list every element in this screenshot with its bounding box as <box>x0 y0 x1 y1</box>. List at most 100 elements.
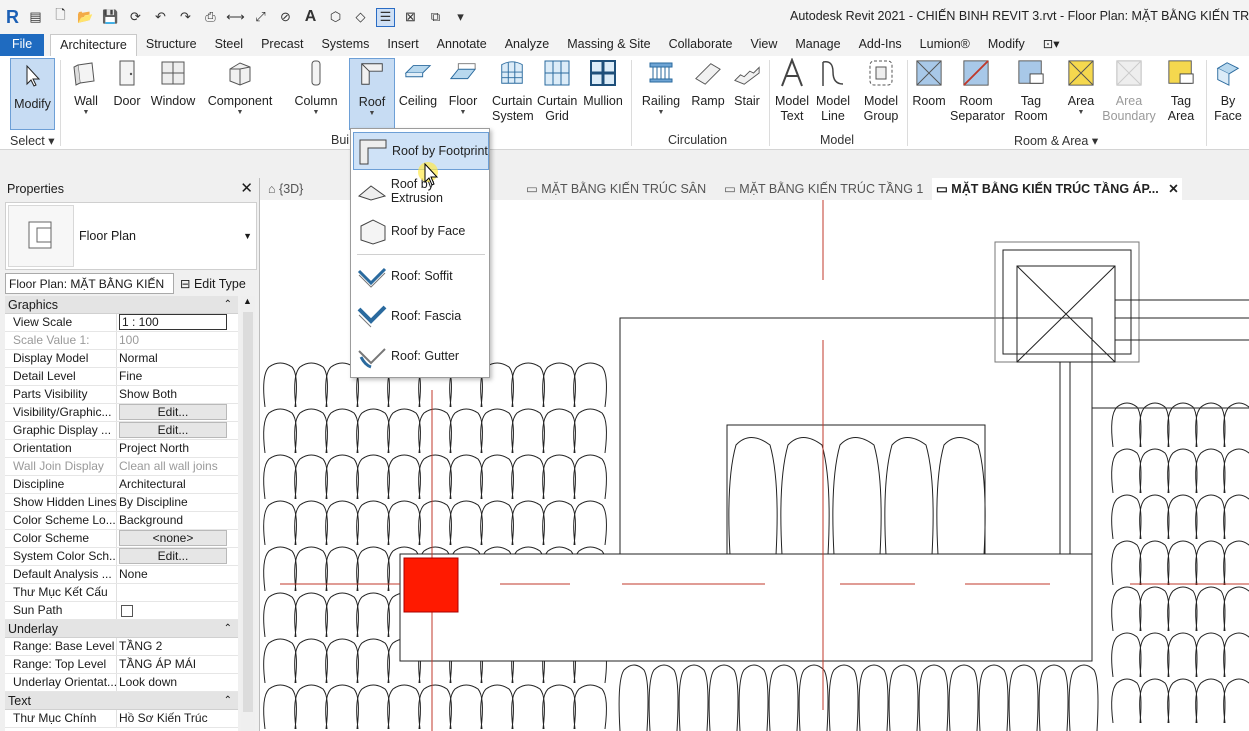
property-value[interactable]: 100 <box>117 332 238 349</box>
tab-modify[interactable]: Modify <box>979 34 1034 56</box>
property-value[interactable]: Hồ Sơ Kiến Trúc <box>117 710 238 727</box>
tab-systems[interactable]: Systems <box>312 34 378 56</box>
tab-architecture[interactable]: Architecture <box>50 34 137 56</box>
property-value[interactable]: Clean all wall joins <box>117 458 238 475</box>
tab-precast[interactable]: Precast <box>252 34 312 56</box>
text-icon[interactable]: A <box>301 8 320 27</box>
edit-type-button[interactable]: ⊟ Edit Type <box>180 276 246 291</box>
model-text-button[interactable]: Model Text <box>773 58 811 124</box>
door-button[interactable]: Door <box>112 58 142 109</box>
modify-button[interactable]: Modify <box>10 58 55 130</box>
property-value[interactable]: None <box>117 566 238 583</box>
area-button[interactable]: Area ▼ <box>1063 58 1099 117</box>
room-separator-button[interactable]: Room Separator <box>950 58 1005 124</box>
roof-button[interactable]: Roof ▼ <box>349 58 395 130</box>
property-value[interactable]: Background <box>117 512 238 529</box>
property-value[interactable]: Normal <box>117 350 238 367</box>
measure-icon[interactable]: ⟷ <box>226 8 245 27</box>
property-value[interactable] <box>117 584 238 601</box>
ribbon-minimize-icon[interactable]: ⊡▾ <box>1034 34 1069 56</box>
section-graphics[interactable]: Graphics ⌃ <box>5 296 238 314</box>
print-icon[interactable]: ⎙ <box>201 8 220 27</box>
model-group-button[interactable]: Model Group <box>858 58 904 124</box>
scrollbar-thumb[interactable] <box>243 312 253 712</box>
column-button[interactable]: Column ▼ <box>292 58 340 117</box>
view-scale-field[interactable]: 1 : 100 <box>119 314 227 330</box>
3d-view-icon[interactable]: ⬡ <box>326 8 345 27</box>
tab-file[interactable]: File <box>0 34 45 56</box>
select-dropdown[interactable]: Select ▾ <box>10 133 55 148</box>
tab-analyze[interactable]: Analyze <box>496 34 558 56</box>
property-value[interactable]: Project North <box>117 440 238 457</box>
property-value[interactable]: Edit... <box>117 422 238 439</box>
ceiling-button[interactable]: Ceiling <box>398 58 438 109</box>
undo-icon[interactable]: ↶ <box>151 8 170 27</box>
scroll-up-icon[interactable]: ▲ <box>243 296 252 306</box>
customize-qat-icon[interactable]: ▾ <box>451 8 470 27</box>
edit-button[interactable]: Edit... <box>119 404 227 420</box>
view-tab-tang-1[interactable]: ▭ MẶT BẰNG KIẾN TRÚC TẦNG 1 <box>720 178 923 200</box>
property-value[interactable]: By Discipline <box>117 494 238 511</box>
revit-logo-icon[interactable]: R <box>6 7 19 28</box>
curtain-grid-button[interactable]: Curtain Grid <box>536 58 578 124</box>
stair-button[interactable]: Stair <box>730 58 764 109</box>
floor-button[interactable]: Floor ▼ <box>444 58 482 117</box>
area-boundary-button[interactable]: Area Boundary <box>1102 58 1156 124</box>
tag-area-button[interactable]: Tag Area <box>1162 58 1200 124</box>
tab-steel[interactable]: Steel <box>206 34 253 56</box>
property-value[interactable]: Fine <box>117 368 238 385</box>
collapse-icon[interactable]: ⌃ <box>224 692 232 710</box>
collapse-icon[interactable]: ⌃ <box>224 296 232 314</box>
properties-scrollbar[interactable]: ▲ <box>241 296 255 731</box>
property-value[interactable]: Look down <box>117 674 238 691</box>
wall-button[interactable]: Wall ▼ <box>70 58 102 117</box>
railing-button[interactable]: Railing ▼ <box>641 58 681 117</box>
tab-structure[interactable]: Structure <box>137 34 206 56</box>
roof-gutter-item[interactable]: Roof: Gutter <box>353 337 489 375</box>
open-folder-icon[interactable]: 📂 <box>76 8 95 27</box>
section-underlay[interactable]: Underlay ⌃ <box>5 620 238 638</box>
tag-room-button[interactable]: Tag Room <box>1012 58 1050 124</box>
redo-icon[interactable]: ↷ <box>176 8 195 27</box>
property-value[interactable]: <none> <box>117 530 238 547</box>
edit-button[interactable]: Edit... <box>119 422 227 438</box>
property-value[interactable]: 1 : 100 <box>117 314 238 331</box>
tag-icon[interactable]: ⊘ <box>276 8 295 27</box>
tab-lumion-[interactable]: Lumion® <box>911 34 979 56</box>
switch-windows-icon[interactable]: ⧉ <box>426 8 445 27</box>
component-button[interactable]: Component ▼ <box>206 58 274 117</box>
model-line-button[interactable]: Model Line <box>814 58 852 124</box>
close-icon[interactable]: ✕ <box>240 178 253 200</box>
instance-filter-dropdown[interactable]: Floor Plan: MẶT BẰNG KIẾN <box>5 273 174 294</box>
property-value[interactable]: Show Both <box>117 386 238 403</box>
close-tab-icon[interactable]: ✕ <box>1168 182 1178 196</box>
chevron-down-icon[interactable]: ▼ <box>243 231 252 241</box>
room-area-group-label[interactable]: Room & Area ▾ <box>1014 133 1098 148</box>
recent-files-icon[interactable]: ▤ <box>26 8 45 27</box>
window-button[interactable]: Window <box>150 58 196 109</box>
view-tab-tang-ap-mai[interactable]: ▭ MẶT BẰNG KIẾN TRÚC TẦNG ÁP... ✕ <box>932 178 1182 200</box>
tab-add-ins[interactable]: Add-Ins <box>850 34 911 56</box>
edit-button[interactable]: <none> <box>119 530 227 546</box>
property-value[interactable]: Architectural <box>117 476 238 493</box>
tab-collaborate[interactable]: Collaborate <box>660 34 742 56</box>
roof-soffit-item[interactable]: Roof: Soffit <box>353 257 489 295</box>
tab-annotate[interactable]: Annotate <box>428 34 496 56</box>
property-value[interactable]: TẦNG ÁP MÁI <box>117 656 238 673</box>
edit-button[interactable]: Edit... <box>119 548 227 564</box>
collapse-icon[interactable]: ⌃ <box>224 620 232 638</box>
room-button[interactable]: Room <box>911 58 947 109</box>
property-value[interactable] <box>117 602 238 619</box>
roof-fascia-item[interactable]: Roof: Fascia <box>353 297 489 335</box>
close-hidden-icon[interactable]: ⊠ <box>401 8 420 27</box>
sync-icon[interactable]: ⟳ <box>126 8 145 27</box>
new-file-icon[interactable]: 🗋 <box>51 7 70 27</box>
tab-massing-site[interactable]: Massing & Site <box>558 34 659 56</box>
type-selector[interactable]: Floor Plan ▼ <box>5 202 257 270</box>
section-text[interactable]: Text ⌃ <box>5 692 238 710</box>
thin-lines-icon[interactable]: ☰ <box>376 7 395 27</box>
roof-by-face-item[interactable]: Roof by Face <box>353 212 489 250</box>
sun-path-checkbox[interactable] <box>121 605 133 617</box>
section-icon[interactable]: ◇ <box>351 8 370 27</box>
mullion-button[interactable]: Mullion <box>581 58 625 109</box>
